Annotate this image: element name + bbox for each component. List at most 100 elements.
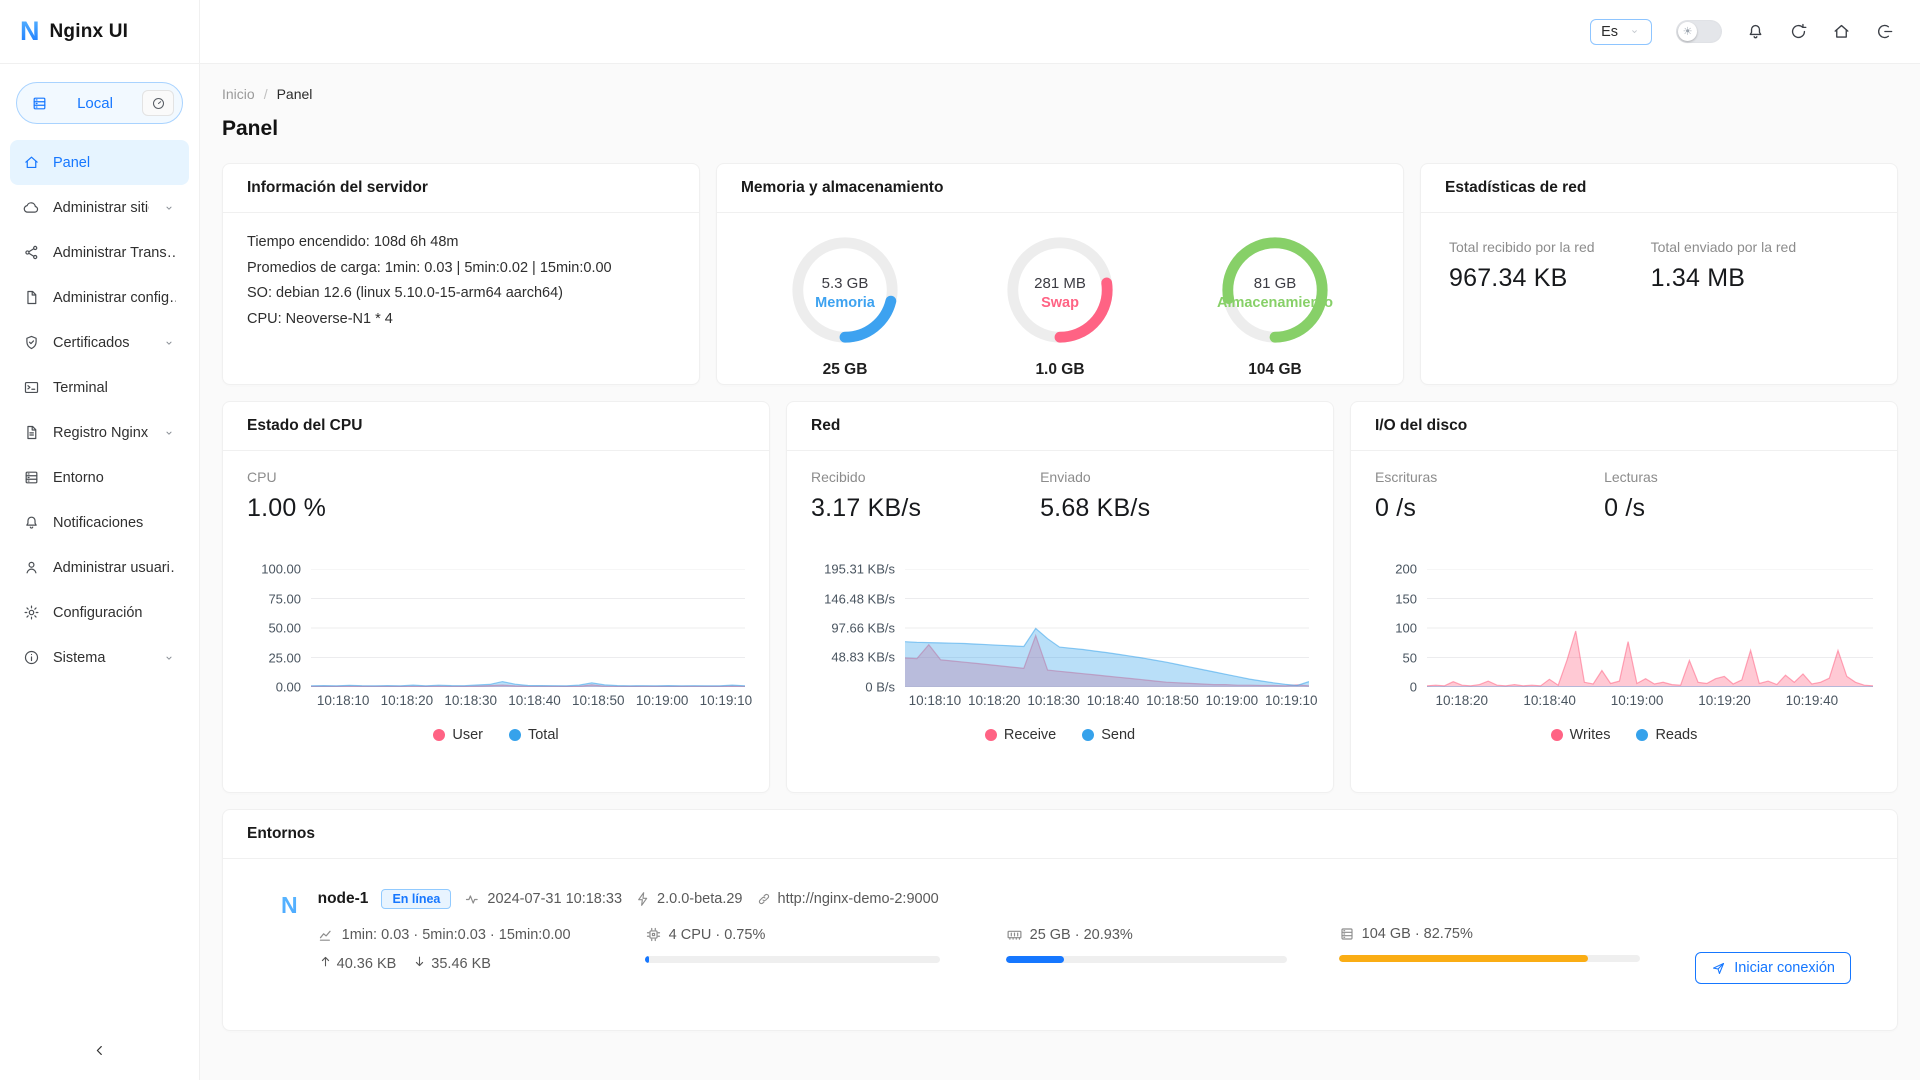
theme-toggle[interactable]: ☀ xyxy=(1676,20,1722,43)
breadcrumb-home-link[interactable]: Inicio xyxy=(222,86,255,102)
x-tick-label: 10:18:50 xyxy=(1146,693,1199,708)
gauge-label: Swap xyxy=(1041,295,1079,311)
gauge-swap: 281 MB Swap 1.0 GB xyxy=(965,231,1155,379)
breadcrumb-separator: / xyxy=(264,86,268,102)
sidebar-item-configuracion[interactable]: Configuración xyxy=(10,590,189,635)
uptime-line: Tiempo encendido: 108d 6h 48m xyxy=(247,230,675,256)
sidebar-item-label: Configuración xyxy=(53,605,176,621)
sidebar-item-administrar-usuari[interactable]: Administrar usuari… xyxy=(10,545,189,590)
legend-item-user[interactable]: User xyxy=(433,727,483,743)
legend-dot xyxy=(985,729,997,741)
legend-item-receive[interactable]: Receive xyxy=(985,727,1056,743)
network-send-label: Enviado xyxy=(1040,469,1269,485)
node-download: 35.46 KB xyxy=(431,956,491,972)
home-icon[interactable] xyxy=(1832,22,1851,41)
y-tick-label: 0 xyxy=(1410,680,1417,695)
y-tick-label: 0.00 xyxy=(276,680,301,695)
sidebar-collapse-button[interactable] xyxy=(0,1030,199,1070)
storage-icon xyxy=(1339,926,1355,942)
gauge-total: 1.0 GB xyxy=(965,361,1155,379)
net-received-value: 967.34 KB xyxy=(1449,264,1651,293)
legend-dot xyxy=(1551,729,1563,741)
language-select[interactable]: Es xyxy=(1590,19,1652,45)
x-tick-label: 10:18:30 xyxy=(1027,693,1080,708)
home-icon xyxy=(23,154,40,171)
memory-storage-title: Memoria y almacenamiento xyxy=(717,164,1403,213)
disk-io-card: I/O del disco Escrituras 0 /s Lecturas 0… xyxy=(1350,401,1898,793)
legend-item-writes[interactable]: Writes xyxy=(1551,727,1611,743)
x-tick-label: 10:18:30 xyxy=(444,693,497,708)
y-tick-label: 146.48 KB/s xyxy=(824,591,895,606)
shield-icon xyxy=(23,334,40,351)
gauge-icon[interactable] xyxy=(142,90,174,116)
memory-storage-card: Memoria y almacenamiento 5.3 GB Memoria … xyxy=(716,163,1404,385)
sidebar-item-notificaciones[interactable]: Notificaciones xyxy=(10,500,189,545)
connect-button[interactable]: Iniciar conexión xyxy=(1695,952,1851,984)
language-select-value: Es xyxy=(1601,24,1618,40)
sidebar-item-registro-nginx[interactable]: Registro Nginx xyxy=(10,410,189,455)
sidebar-item-label: Registro Nginx xyxy=(53,425,149,441)
sidebar-item-terminal[interactable]: Terminal xyxy=(10,365,189,410)
chevron-down-icon xyxy=(162,651,176,665)
gauge-label: Almacenamiento xyxy=(1217,295,1333,311)
x-tick-label: 10:19:40 xyxy=(1786,693,1839,708)
sidebar-item-label: Panel xyxy=(53,155,176,171)
y-tick-label: 150 xyxy=(1395,591,1417,606)
network-recv-value: 3.17 KB/s xyxy=(811,494,1040,523)
legend-item-reads[interactable]: Reads xyxy=(1636,727,1697,743)
memory-progress-bar xyxy=(1006,956,1287,963)
sidebar-item-label: Administrar config… xyxy=(53,290,176,306)
sidebar-item-label: Entorno xyxy=(53,470,176,486)
sidebar-item-panel[interactable]: Panel xyxy=(10,140,189,185)
app-logo: N Nginx UI xyxy=(0,0,199,64)
server-icon xyxy=(23,469,40,486)
notifications-icon[interactable] xyxy=(1746,22,1765,41)
node-name: node-1 xyxy=(318,890,369,908)
x-tick-label: 10:19:10 xyxy=(700,693,753,708)
content: Inicio / Panel Panel Información del ser… xyxy=(200,64,1920,1080)
x-tick-label: 10:19:00 xyxy=(1611,693,1664,708)
sidebar: N Nginx UI Local Panel Administrar sitios… xyxy=(0,0,200,1080)
bell-icon xyxy=(23,514,40,531)
legend-item-total[interactable]: Total xyxy=(509,727,559,743)
gauge-total: 104 GB xyxy=(1180,361,1370,379)
disk-reads-value: 0 /s xyxy=(1604,494,1833,523)
node-url[interactable]: http://nginx-demo-2:9000 xyxy=(778,891,939,907)
sidebar-item-certificados[interactable]: Certificados xyxy=(10,320,189,365)
sidebar-item-label: Certificados xyxy=(53,335,149,351)
sidebar-item-administrar-trans[interactable]: Administrar Trans… xyxy=(10,230,189,275)
network-title: Red xyxy=(787,402,1333,451)
disk-io-title: I/O del disco xyxy=(1351,402,1897,451)
sidebar-item-administrar-sitios[interactable]: Administrar sitios xyxy=(10,185,189,230)
net-received-label: Total recibido por la red xyxy=(1449,239,1651,255)
sidebar-item-sistema[interactable]: Sistema xyxy=(10,635,189,680)
node-status-badge: En línea xyxy=(381,889,451,909)
reload-icon[interactable] xyxy=(1789,22,1808,41)
node-timestamp: 2024-07-31 10:18:33 xyxy=(487,891,622,907)
pulse-icon xyxy=(464,891,481,908)
legend-dot xyxy=(509,729,521,741)
x-tick-label: 10:18:20 xyxy=(381,693,434,708)
logout-icon[interactable] xyxy=(1875,22,1894,41)
disk-writes-value: 0 /s xyxy=(1375,494,1604,523)
cpu-status-card: Estado del CPU CPU 1.00 % 0.0025.0050.00… xyxy=(222,401,770,793)
legend-label: Writes xyxy=(1570,727,1611,743)
line-chart-icon xyxy=(318,926,335,943)
y-tick-label: 50.00 xyxy=(268,621,301,636)
gear-icon xyxy=(23,604,40,621)
y-tick-label: 0 B/s xyxy=(865,680,895,695)
x-tick-label: 10:18:10 xyxy=(317,693,370,708)
gauge-value: 281 MB xyxy=(1034,275,1086,292)
memory-icon xyxy=(1006,926,1023,943)
topbar: Es ☀ xyxy=(200,0,1920,64)
environment-selector[interactable]: Local xyxy=(16,82,183,124)
y-tick-label: 25.00 xyxy=(268,650,301,665)
breadcrumb-current: Panel xyxy=(277,86,313,102)
sidebar-item-administrar-config[interactable]: Administrar config… xyxy=(10,275,189,320)
sidebar-item-entorno[interactable]: Entorno xyxy=(10,455,189,500)
network-stats-card: Estadísticas de red Total recibido por l… xyxy=(1420,163,1898,385)
legend-item-send[interactable]: Send xyxy=(1082,727,1135,743)
breadcrumb: Inicio / Panel xyxy=(222,64,1898,102)
file-icon xyxy=(23,289,40,306)
x-tick-label: 10:19:00 xyxy=(1206,693,1259,708)
